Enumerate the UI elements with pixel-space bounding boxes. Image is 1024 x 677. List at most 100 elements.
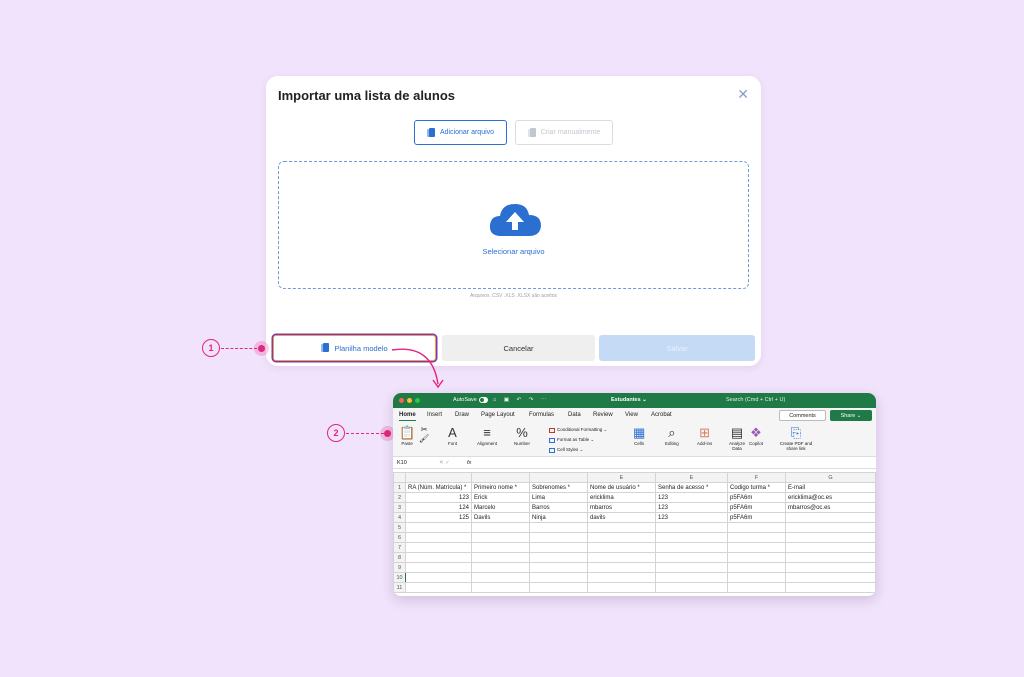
table-cell[interactable] — [727, 552, 786, 563]
table-cell[interactable] — [405, 562, 472, 573]
table-cell[interactable]: Codigo turma * — [727, 482, 786, 493]
table-cell[interactable] — [727, 532, 786, 543]
table-cell[interactable] — [785, 552, 876, 563]
tab-insert[interactable]: Insert — [427, 412, 442, 418]
table-cell[interactable] — [655, 532, 728, 543]
table-cell[interactable] — [587, 542, 656, 553]
quick-access-icons[interactable]: ⌂ ▣ ↶ ↷ ⋯ — [493, 397, 549, 403]
create-manually-button[interactable]: Criar manualmente — [515, 120, 613, 145]
clipboard-tools[interactable]: ✂ 🖌 — [419, 425, 429, 443]
table-cell[interactable] — [529, 582, 588, 593]
table-cell[interactable]: mbarros@oc.es — [785, 502, 876, 513]
table-cell[interactable] — [655, 522, 728, 533]
row-header[interactable]: 11 — [393, 582, 406, 593]
column-header[interactable]: G — [785, 472, 876, 483]
table-cell[interactable] — [405, 532, 472, 543]
save-button[interactable]: Salvar — [599, 335, 755, 361]
cell-styles-button[interactable]: Cell Styles ⌄ — [549, 447, 583, 453]
table-cell[interactable] — [529, 522, 588, 533]
table-cell[interactable] — [587, 582, 656, 593]
row-header[interactable]: 9 — [393, 562, 406, 573]
table-cell[interactable] — [471, 532, 530, 543]
table-cell[interactable] — [405, 582, 472, 593]
row-header[interactable]: 3 — [393, 502, 406, 513]
table-cell[interactable] — [471, 582, 530, 593]
table-cell[interactable] — [655, 562, 728, 573]
table-cell[interactable] — [727, 582, 786, 593]
table-cell[interactable] — [529, 572, 588, 583]
column-header[interactable]: E — [655, 472, 728, 483]
comments-button[interactable]: Comments — [779, 410, 826, 421]
table-cell[interactable] — [727, 542, 786, 553]
create-pdf-button[interactable]: ⎘ Create PDF and share link — [778, 425, 814, 451]
table-cell[interactable] — [471, 522, 530, 533]
paste-button[interactable]: 📋 Paste — [399, 425, 415, 446]
table-cell[interactable] — [587, 572, 656, 583]
table-cell[interactable]: E-mail — [785, 482, 876, 493]
table-cell[interactable] — [529, 562, 588, 573]
table-cell[interactable]: ericklima — [587, 492, 656, 503]
table-cell[interactable] — [785, 522, 876, 533]
file-name[interactable]: Estudantes ⌄ — [611, 397, 647, 403]
table-cell[interactable] — [727, 572, 786, 583]
table-cell[interactable]: p5FA6m — [727, 512, 786, 523]
number-button[interactable]: % Number — [514, 425, 530, 446]
table-cell[interactable] — [471, 572, 530, 583]
table-cell[interactable] — [655, 542, 728, 553]
table-cell[interactable] — [785, 572, 876, 583]
table-cell[interactable]: Senha de acesso * — [655, 482, 728, 493]
table-cell[interactable] — [471, 542, 530, 553]
table-cell[interactable]: davils — [587, 512, 656, 523]
tab-page-layout[interactable]: Page Layout — [481, 412, 515, 418]
format-as-table-button[interactable]: Format as Table ⌄ — [549, 437, 594, 443]
tab-data[interactable]: Data — [568, 412, 581, 418]
row-header[interactable]: 1 — [393, 482, 406, 493]
table-cell[interactable] — [655, 582, 728, 593]
table-cell[interactable]: 123 — [655, 512, 728, 523]
table-cell[interactable]: Marcelo — [471, 502, 530, 513]
editing-button[interactable]: ⌕ Editing — [665, 425, 679, 446]
table-cell[interactable] — [785, 582, 876, 593]
table-cell[interactable] — [587, 532, 656, 543]
table-cell[interactable] — [405, 542, 472, 553]
tab-draw[interactable]: Draw — [455, 412, 469, 418]
font-button[interactable]: A Font — [448, 425, 457, 446]
row-header[interactable]: 7 — [393, 542, 406, 553]
conditional-formatting-button[interactable]: Conditional Formatting ⌄ — [549, 427, 607, 433]
table-cell[interactable]: mbarros — [587, 502, 656, 513]
row-header[interactable]: 4 — [393, 512, 406, 523]
table-cell[interactable]: Sobrenomes * — [529, 482, 588, 493]
table-cell[interactable] — [529, 542, 588, 553]
minimize-window-icon[interactable] — [407, 398, 412, 403]
cells-button[interactable]: ▦ Cells — [633, 425, 645, 446]
table-cell[interactable] — [785, 542, 876, 553]
row-header[interactable]: 8 — [393, 552, 406, 563]
table-cell[interactable]: Primeiro nome * — [471, 482, 530, 493]
copilot-button[interactable]: ❖ Copilot — [749, 425, 763, 446]
addins-button[interactable]: ⊞ Add-ins — [697, 425, 712, 446]
tab-acrobat[interactable]: Acrobat — [651, 412, 672, 418]
add-file-button[interactable]: Adicionar arquivo — [414, 120, 507, 145]
column-header[interactable] — [529, 472, 588, 483]
close-window-icon[interactable] — [399, 398, 404, 403]
table-cell[interactable] — [587, 522, 656, 533]
tab-formulas[interactable]: Formulas — [529, 412, 554, 418]
table-cell[interactable]: 123 — [405, 492, 472, 503]
table-cell[interactable] — [655, 552, 728, 563]
table-cell[interactable]: 123 — [655, 502, 728, 513]
maximize-window-icon[interactable] — [415, 398, 420, 403]
table-cell[interactable] — [405, 552, 472, 563]
autosave-toggle[interactable] — [479, 397, 488, 403]
search-box[interactable]: Search (Cmd + Ctrl + U) — [726, 397, 785, 403]
table-cell[interactable] — [529, 532, 588, 543]
column-header[interactable]: E — [587, 472, 656, 483]
cancel-button[interactable]: Cancelar — [442, 335, 595, 361]
table-cell[interactable] — [727, 522, 786, 533]
table-cell[interactable] — [727, 562, 786, 573]
tab-review[interactable]: Review — [593, 412, 613, 418]
table-cell[interactable]: 124 — [405, 502, 472, 513]
table-cell[interactable]: RA (Núm. Matrícula) * — [405, 482, 472, 493]
column-header[interactable]: F — [727, 472, 786, 483]
table-cell[interactable] — [471, 562, 530, 573]
table-cell[interactable]: 125 — [405, 512, 472, 523]
